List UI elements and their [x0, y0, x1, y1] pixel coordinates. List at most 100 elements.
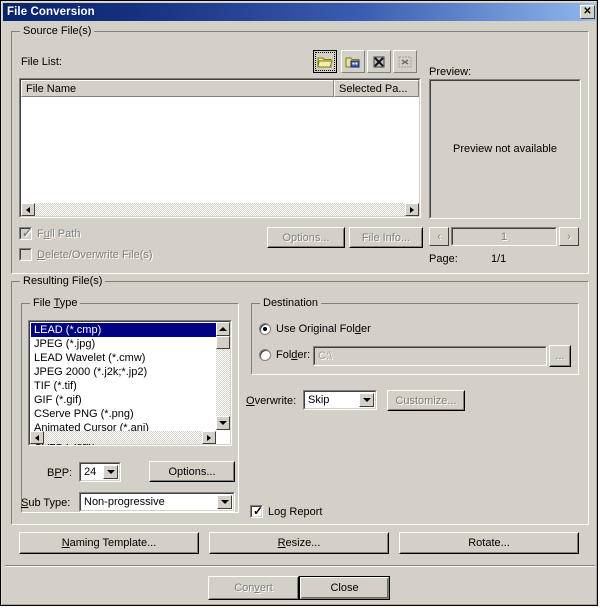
preview-empty-text: Preview not available — [453, 143, 557, 155]
preview-page-field[interactable]: 1 — [451, 227, 557, 246]
chevron-down-icon[interactable] — [359, 393, 374, 407]
radio-dot-icon — [263, 327, 267, 331]
file-type-vscroll-thumb[interactable] — [216, 336, 230, 349]
column-header-selected-path[interactable]: Selected Pa... — [334, 80, 419, 97]
sub-type-combobox[interactable]: Non-progressive — [79, 492, 235, 512]
sub-type-value: Non-progressive — [84, 496, 165, 508]
delete-file-icon — [373, 56, 385, 67]
file-type-scroll-left[interactable] — [30, 431, 44, 444]
convert-label: Convert — [234, 582, 273, 594]
rotate-label: Rotate... — [468, 537, 510, 549]
log-report-checkbox-box: ✓ — [250, 505, 263, 518]
resulting-files-legend: Resulting File(s) — [20, 275, 106, 287]
file-type-legend: File Type — [30, 297, 81, 309]
source-files-legend: Source File(s) — [20, 25, 95, 37]
file-info-button[interactable]: File Info... — [349, 227, 423, 248]
customize-label: Customize... — [395, 394, 457, 407]
file-list[interactable] — [19, 78, 421, 218]
left-arrow-icon — [35, 434, 39, 441]
bpp-label: BPP: — [47, 467, 73, 479]
file-type-scroll-up[interactable] — [216, 322, 230, 336]
close-icon[interactable]: ✕ — [580, 5, 595, 19]
log-report-label: Log Report — [268, 505, 323, 518]
file-list-scroll-right[interactable] — [405, 203, 419, 216]
chevron-down-icon[interactable] — [217, 495, 232, 509]
preview-prev-page-button[interactable]: ‹ — [429, 227, 449, 246]
file-type-items: LEAD (*.cmp) JPEG (*.jpg) LEAD Wavelet (*.… — [31, 323, 216, 445]
file-type-options-button[interactable]: Options... — [149, 461, 235, 482]
list-item[interactable]: LEAD Wavelet (*.cmw) — [31, 351, 216, 365]
rotate-button[interactable]: Rotate... — [399, 532, 579, 554]
resize-button[interactable]: Resize... — [209, 532, 389, 554]
folder-path-value: C:\ — [318, 350, 333, 362]
list-item[interactable]: JPEG 2000 (*.j2k;*.jp2) — [31, 365, 216, 379]
naming-template-button[interactable]: Naming Template... — [19, 532, 199, 554]
page-count: 1/1 — [491, 253, 507, 265]
folder-radio-circle — [259, 349, 271, 361]
up-arrow-icon — [219, 327, 227, 331]
file-list-label: File List: — [21, 56, 62, 68]
source-options-label: Options... — [282, 231, 330, 244]
window-title: File Conversion — [7, 6, 95, 18]
folder-label: Folder: — [276, 349, 311, 361]
sub-type-label: Sub Type: — [21, 497, 71, 509]
file-list-scroll-left[interactable] — [21, 203, 35, 216]
title-bar[interactable]: File Conversion ✕ — [3, 3, 597, 21]
destination-legend: Destination — [260, 297, 322, 309]
close-button[interactable]: Close — [299, 576, 390, 600]
preview-page-value: 1 — [500, 231, 508, 243]
column-header-file-name[interactable]: File Name — [21, 80, 334, 97]
clear-list-icon — [398, 56, 412, 67]
file-list-scroll-track[interactable] — [35, 203, 405, 216]
list-item[interactable]: JPEG (*.jpg) — [31, 337, 216, 351]
bpp-combobox[interactable]: 24 — [79, 462, 121, 482]
right-arrow-icon — [410, 206, 414, 213]
close-label: Close — [330, 582, 359, 594]
open-folder-button[interactable] — [313, 50, 337, 73]
customize-button[interactable]: Customize... — [387, 390, 465, 411]
page-label: Page: — [429, 253, 458, 265]
file-type-list[interactable]: LEAD (*.cmp) JPEG (*.jpg) LEAD Wavelet (*.… — [28, 320, 232, 446]
folder-path-input[interactable]: C:\ — [313, 346, 547, 366]
overwrite-value: Skip — [308, 394, 330, 406]
footer-divider — [5, 565, 595, 567]
add-files-button[interactable] — [341, 50, 365, 73]
left-arrow-icon — [26, 206, 30, 213]
list-item[interactable]: TIF (*.tif) — [31, 379, 216, 393]
list-item[interactable]: LEAD (*.cmp) — [31, 323, 216, 337]
overwrite-combobox[interactable]: Skip — [303, 390, 377, 410]
list-item[interactable]: CServe PNG (*.png) — [31, 407, 216, 421]
bpp-value: 24 — [84, 466, 97, 478]
next-page-label: › — [567, 230, 571, 243]
clear-list-button[interactable] — [393, 50, 417, 73]
full-path-label: Full Path — [37, 227, 81, 240]
convert-button[interactable]: Convert — [208, 576, 299, 600]
chevron-down-icon[interactable] — [103, 465, 118, 479]
preview-pane: Preview not available — [429, 79, 581, 219]
browse-folder-label: ... — [555, 350, 565, 362]
delete-overwrite-label: Delete/Overwrite File(s) — [37, 248, 153, 261]
right-arrow-icon — [207, 434, 211, 441]
delete-overwrite-checkbox-box — [19, 248, 32, 261]
check-icon: ✓ — [253, 504, 264, 518]
source-options-button[interactable]: Options... — [267, 227, 345, 248]
delete-file-button[interactable] — [367, 50, 391, 73]
file-info-label: File Info... — [361, 231, 411, 244]
folder-radio[interactable]: Folder: — [259, 349, 310, 361]
preview-next-page-button[interactable]: › — [559, 227, 579, 246]
file-type-hscroll-track[interactable] — [44, 431, 202, 444]
delete-overwrite-checkbox[interactable]: Delete/Overwrite File(s) — [19, 248, 153, 261]
preview-label: Preview: — [429, 66, 472, 78]
naming-template-label: Naming Template... — [61, 537, 157, 549]
file-type-scroll-right[interactable] — [202, 431, 216, 444]
file-type-scroll-down[interactable] — [216, 416, 230, 430]
use-original-folder-label: Use Original Folder — [276, 323, 371, 335]
log-report-checkbox[interactable]: ✓ Log Report — [250, 505, 322, 518]
full-path-checkbox-box: ✓ — [19, 227, 32, 240]
full-path-checkbox[interactable]: ✓ Full Path — [19, 227, 80, 240]
list-item[interactable]: GIF (*.gif) — [31, 393, 216, 407]
browse-folder-button[interactable]: ... — [549, 345, 571, 367]
file-conversion-dialog: File Conversion ✕ Source File(s) File Li… — [0, 0, 598, 606]
use-original-folder-radio[interactable]: Use Original Folder — [259, 323, 371, 335]
prev-page-label: ‹ — [437, 230, 441, 243]
